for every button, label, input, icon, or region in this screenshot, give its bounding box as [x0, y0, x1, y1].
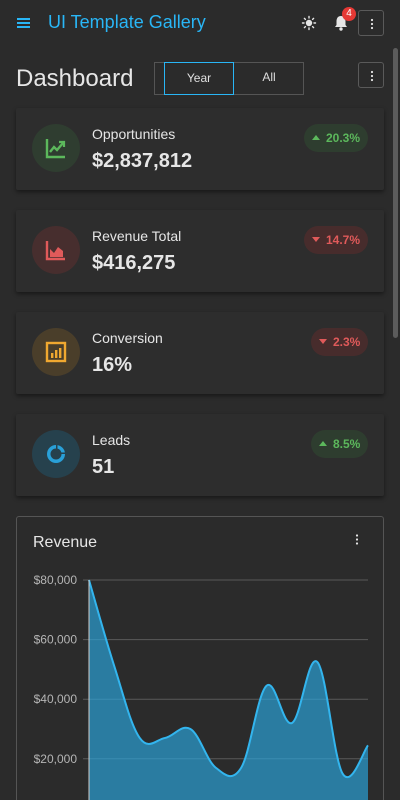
kpi-value: 51 [92, 456, 115, 478]
kpi-card-opportunities[interactable]: Opportunities $2,837,812 20.3% [16, 108, 384, 190]
kpi-label: Opportunities [92, 126, 176, 142]
kpi-delta-value: 20.3% [326, 131, 361, 145]
more-vertical-icon [370, 18, 374, 30]
more-vertical-icon [370, 70, 374, 82]
kpi-label: Leads [92, 432, 131, 448]
kpi-delta-badge: 2.3% [311, 328, 369, 356]
caret-down-icon [319, 339, 327, 345]
donut-chart-icon [47, 445, 65, 463]
kpi-delta-badge: 14.7% [304, 226, 369, 254]
kpi-icon-container [32, 328, 80, 376]
notification-count-badge: 4 [342, 7, 356, 21]
kpi-delta-badge: 8.5% [311, 430, 369, 458]
app-bar: UI Template Gallery 4 [0, 0, 400, 46]
kpi-delta-value: 2.3% [333, 335, 361, 349]
kpi-delta-badge: 20.3% [304, 124, 369, 152]
bar-chart-icon [45, 341, 67, 363]
brightness-icon[interactable] [300, 14, 318, 32]
kpi-label: Conversion [92, 330, 163, 346]
kpi-card-leads[interactable]: Leads 51 8.5% [16, 414, 384, 496]
y-tick-label: $80,000 [34, 573, 78, 587]
kpi-card-revenue-total[interactable]: Revenue Total $416,275 14.7% [16, 210, 384, 292]
vertical-scrollbar[interactable] [393, 48, 398, 338]
caret-up-icon [312, 135, 320, 141]
range-option-all[interactable]: All [234, 62, 304, 95]
area-chart-icon [45, 241, 65, 261]
trending-up-icon [45, 139, 66, 159]
dashboard-menu-button[interactable] [358, 62, 384, 88]
app-menu-button[interactable] [358, 10, 384, 36]
range-option-year[interactable]: Year [164, 62, 234, 95]
kpi-value: $2,837,812 [92, 150, 193, 172]
revenue-card: Revenue $80,000 $60,000 $40,000 $20,000 [16, 516, 384, 800]
revenue-chart: $80,000 $60,000 $40,000 $20,000 [34, 573, 369, 800]
caret-down-icon [312, 237, 320, 243]
kpi-icon-container [32, 124, 80, 172]
kpi-delta-value: 14.7% [326, 233, 361, 247]
revenue-card-title: Revenue [33, 534, 98, 551]
menu-icon[interactable] [14, 13, 34, 33]
y-tick-label: $20,000 [34, 752, 78, 766]
kpi-value: $416,275 [92, 252, 176, 274]
revenue-menu-icon[interactable] [351, 533, 363, 547]
kpi-card-conversion[interactable]: Conversion 16% 2.3% [16, 312, 384, 394]
page-title: Dashboard [16, 65, 134, 92]
y-tick-label: $60,000 [34, 633, 78, 647]
app-title: UI Template Gallery [48, 12, 206, 32]
kpi-icon-container [32, 226, 80, 274]
y-tick-label: $40,000 [34, 692, 78, 706]
kpi-delta-value: 8.5% [333, 437, 361, 451]
range-toggle: Year All [154, 62, 304, 95]
kpi-value: 16% [92, 354, 133, 376]
kpi-label: Revenue Total [92, 228, 182, 244]
caret-up-icon [319, 441, 327, 447]
kpi-icon-container [32, 430, 80, 478]
